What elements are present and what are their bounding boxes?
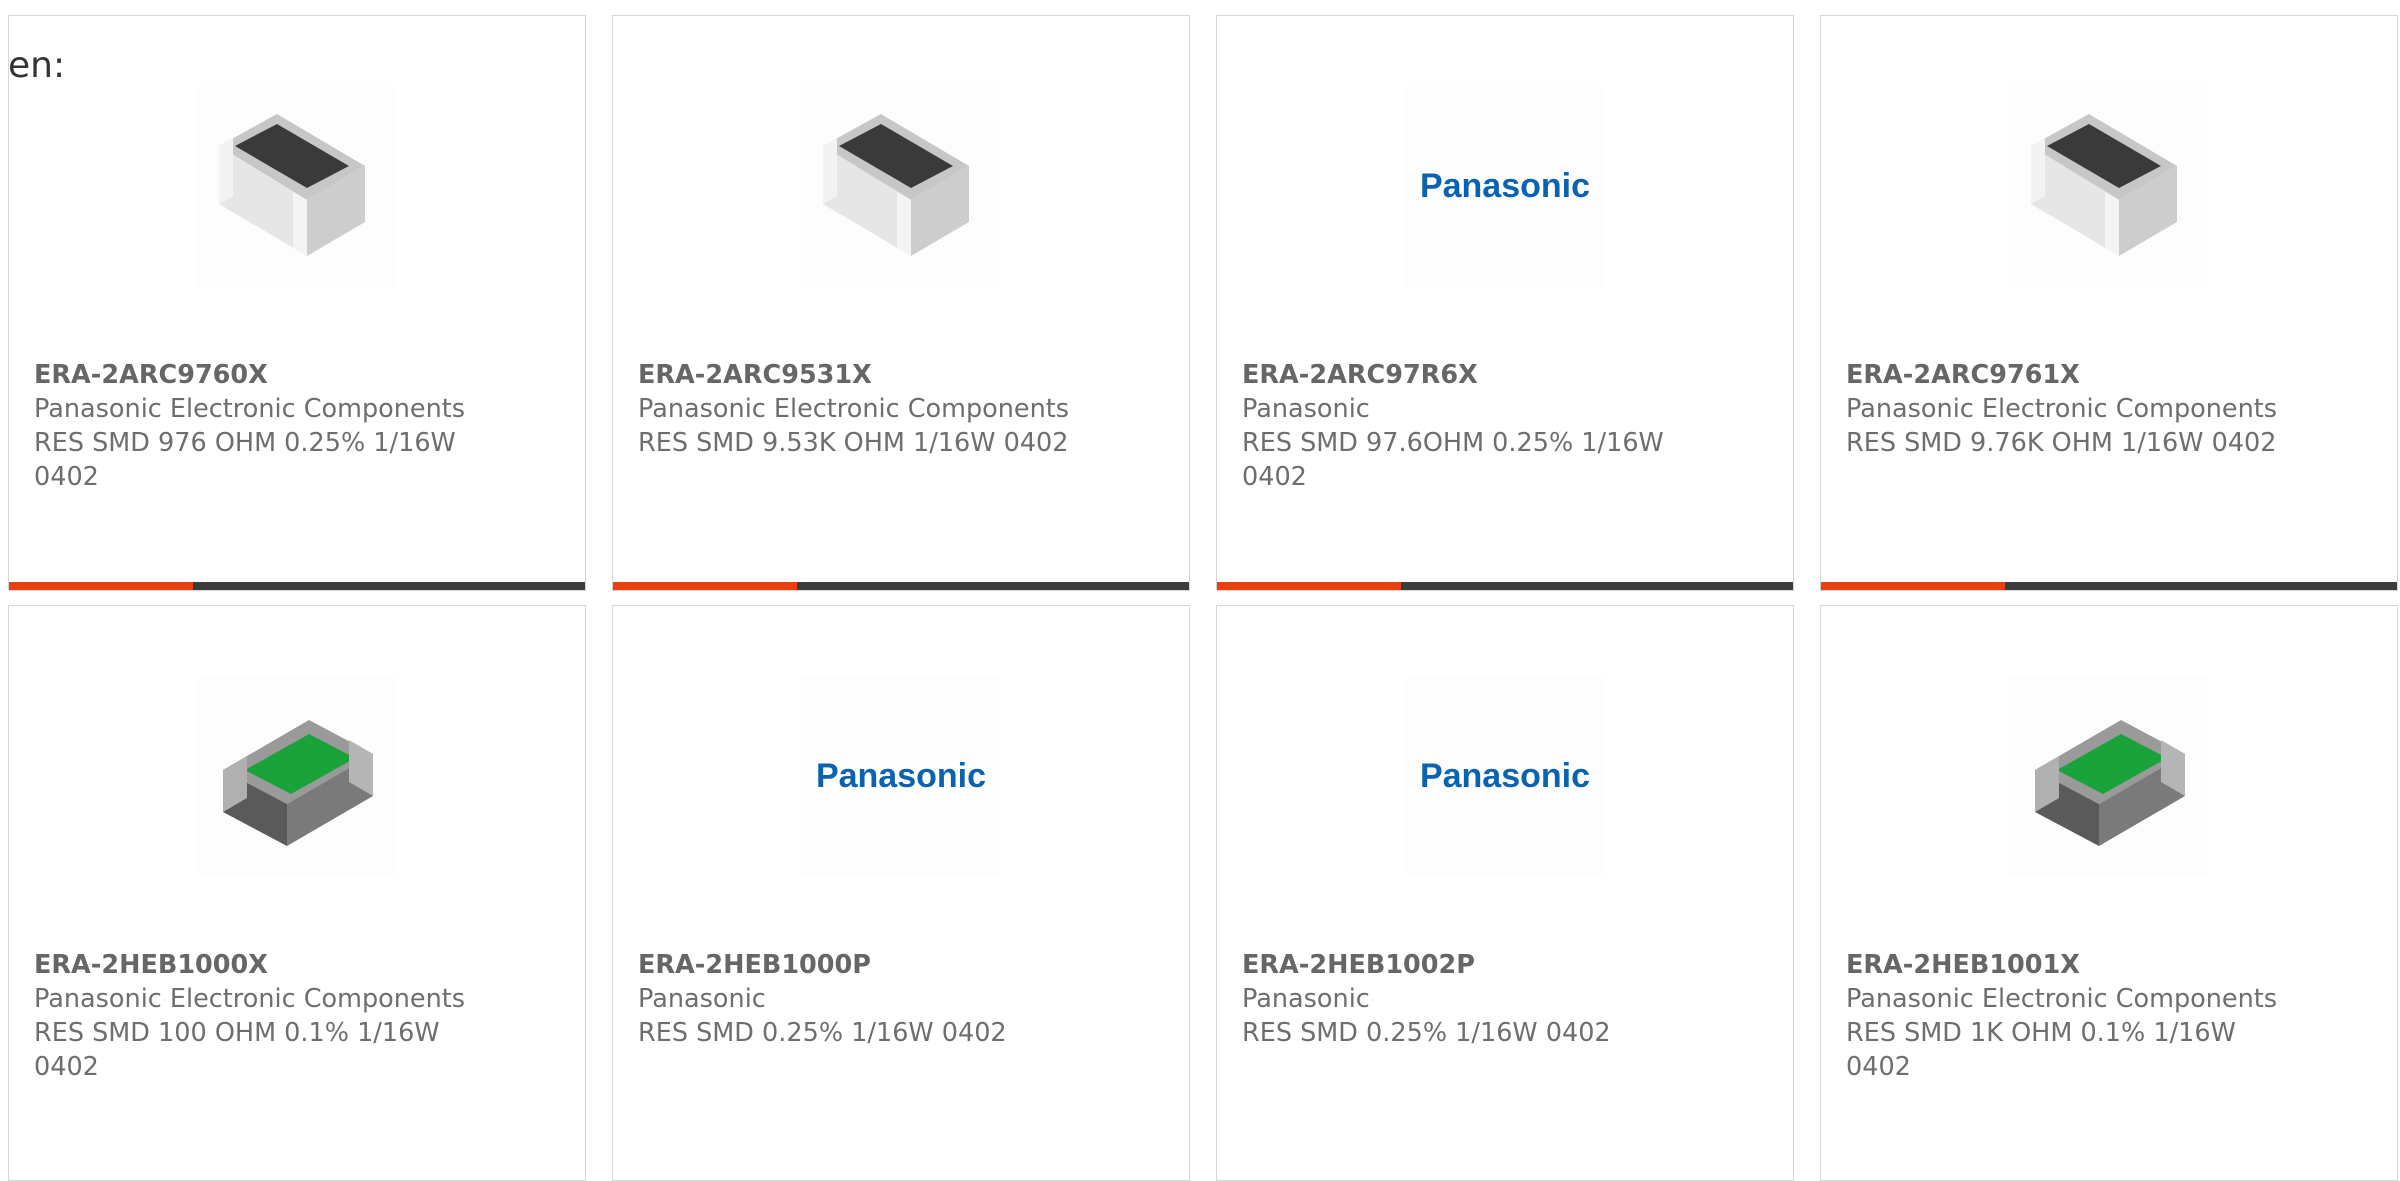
product-card[interactable]: ERA-2ARC9760X Panasonic Electronic Compo… bbox=[8, 15, 586, 591]
manufacturer: Panasonic bbox=[1242, 394, 1370, 424]
chip-resistor-black-icon bbox=[2009, 84, 2209, 288]
progress-bar bbox=[1821, 582, 2397, 590]
product-info: ERA-2ARC97R6X Panasonic RES SMD 97.6OHM … bbox=[1242, 358, 1693, 494]
progress-bar bbox=[9, 582, 585, 590]
product-image[interactable] bbox=[2009, 86, 2209, 286]
manufacturer: Panasonic bbox=[638, 984, 766, 1014]
product-info: ERA-2ARC9761X Panasonic Electronic Compo… bbox=[1846, 358, 2297, 460]
manufacturer: Panasonic Electronic Components bbox=[638, 394, 1070, 424]
product-card[interactable]: ERA-2ARC9761X Panasonic Electronic Compo… bbox=[1820, 15, 2398, 591]
product-info: ERA-2HEB1001X Panasonic Electronic Compo… bbox=[1846, 948, 2297, 1084]
product-image[interactable]: Panasonic bbox=[801, 676, 1001, 876]
progress-bar-fill bbox=[1217, 582, 1402, 590]
part-number[interactable]: ERA-2ARC9760X bbox=[34, 358, 485, 392]
part-number[interactable]: ERA-2ARC97R6X bbox=[1242, 358, 1693, 392]
product-info: ERA-2HEB1002P Panasonic RES SMD 0.25% 1/… bbox=[1242, 948, 1693, 1050]
description: RES SMD 976 OHM 0.25% 1/16W 0402 bbox=[34, 428, 456, 492]
description: RES SMD 0.25% 1/16W 0402 bbox=[638, 1018, 1007, 1048]
manufacturer: Panasonic bbox=[1242, 984, 1370, 1014]
product-image[interactable] bbox=[197, 86, 397, 286]
progress-bar-fill bbox=[1821, 582, 2006, 590]
product-card[interactable]: ERA-2HEB1000X Panasonic Electronic Compo… bbox=[8, 605, 586, 1181]
progress-bar bbox=[1217, 582, 1793, 590]
part-number[interactable]: ERA-2HEB1000P bbox=[638, 948, 1089, 982]
panasonic-logo: Panasonic bbox=[1419, 166, 1591, 205]
part-number[interactable]: ERA-2ARC9531X bbox=[638, 358, 1089, 392]
panasonic-logo: Panasonic bbox=[815, 756, 987, 795]
product-image[interactable] bbox=[2009, 676, 2209, 876]
lead-text: en: bbox=[8, 45, 66, 86]
manufacturer: Panasonic Electronic Components bbox=[1846, 984, 2278, 1014]
product-info: ERA-2ARC9531X Panasonic Electronic Compo… bbox=[638, 358, 1089, 460]
progress-bar bbox=[613, 582, 1189, 590]
chip-resistor-green-icon bbox=[197, 674, 397, 878]
chip-resistor-green-icon bbox=[2009, 674, 2209, 878]
product-info: ERA-2ARC9760X Panasonic Electronic Compo… bbox=[34, 358, 485, 494]
description: RES SMD 9.53K OHM 1/16W 0402 bbox=[638, 428, 1069, 458]
product-grid: ERA-2ARC9760X Panasonic Electronic Compo… bbox=[8, 15, 2398, 1181]
product-image[interactable]: Panasonic bbox=[1405, 86, 1605, 286]
description: RES SMD 9.76K OHM 1/16W 0402 bbox=[1846, 428, 2277, 458]
product-card[interactable]: ERA-2ARC9531X Panasonic Electronic Compo… bbox=[612, 15, 1190, 591]
description: RES SMD 97.6OHM 0.25% 1/16W 0402 bbox=[1242, 428, 1664, 492]
part-number[interactable]: ERA-2HEB1002P bbox=[1242, 948, 1693, 982]
part-number[interactable]: ERA-2ARC9761X bbox=[1846, 358, 2297, 392]
product-card[interactable]: ERA-2HEB1001X Panasonic Electronic Compo… bbox=[1820, 605, 2398, 1181]
product-card[interactable]: Panasonic ERA-2HEB1000P Panasonic RES SM… bbox=[612, 605, 1190, 1181]
manufacturer: Panasonic Electronic Components bbox=[1846, 394, 2278, 424]
chip-resistor-black-icon bbox=[801, 84, 1001, 288]
product-image[interactable] bbox=[801, 86, 1001, 286]
product-info: ERA-2HEB1000P Panasonic RES SMD 0.25% 1/… bbox=[638, 948, 1089, 1050]
product-card[interactable]: Panasonic ERA-2ARC97R6X Panasonic RES SM… bbox=[1216, 15, 1794, 591]
product-info: ERA-2HEB1000X Panasonic Electronic Compo… bbox=[34, 948, 485, 1084]
description: RES SMD 100 OHM 0.1% 1/16W 0402 bbox=[34, 1018, 440, 1082]
manufacturer: Panasonic Electronic Components bbox=[34, 984, 466, 1014]
part-number[interactable]: ERA-2HEB1000X bbox=[34, 948, 485, 982]
chip-resistor-black-icon bbox=[197, 84, 397, 288]
part-number[interactable]: ERA-2HEB1001X bbox=[1846, 948, 2297, 982]
progress-bar-fill bbox=[613, 582, 798, 590]
description: RES SMD 0.25% 1/16W 0402 bbox=[1242, 1018, 1611, 1048]
product-image[interactable] bbox=[197, 676, 397, 876]
description: RES SMD 1K OHM 0.1% 1/16W 0402 bbox=[1846, 1018, 2236, 1082]
panasonic-logo: Panasonic bbox=[1419, 756, 1591, 795]
product-card[interactable]: Panasonic ERA-2HEB1002P Panasonic RES SM… bbox=[1216, 605, 1794, 1181]
manufacturer: Panasonic Electronic Components bbox=[34, 394, 466, 424]
progress-bar-fill bbox=[9, 582, 194, 590]
product-image[interactable]: Panasonic bbox=[1405, 676, 1605, 876]
